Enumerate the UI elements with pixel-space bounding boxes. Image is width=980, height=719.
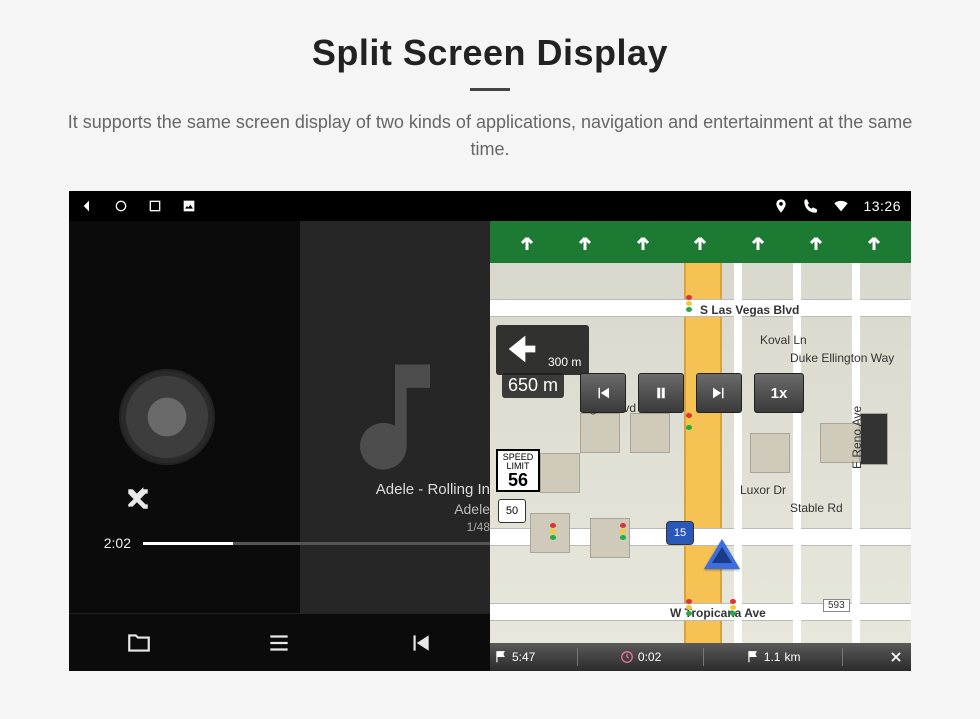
- lane-arrow-icon: [857, 225, 891, 259]
- playlist-button[interactable]: [255, 619, 303, 667]
- folder-button[interactable]: [115, 619, 163, 667]
- road: [793, 263, 801, 643]
- street-label: Luxor Dr: [740, 483, 786, 497]
- speed-limit-label: SPEED LIMIT: [498, 453, 538, 471]
- wifi-icon: [833, 198, 849, 214]
- distance-value: 1.1: [764, 650, 781, 664]
- page-title: Split Screen Display: [312, 32, 668, 74]
- album-art-placeholder: [300, 221, 490, 613]
- turn-panel: 300 m: [496, 325, 589, 375]
- track-title: Adele - Rolling In: [376, 480, 490, 500]
- device-frame: 13:26 Adele - Rolling In Adele 1/48: [69, 191, 911, 671]
- music-note-icon: [325, 347, 465, 487]
- status-left: [79, 198, 197, 214]
- street-label: Koval Ln: [760, 333, 807, 347]
- speed-limit-value: 56: [498, 471, 538, 489]
- building: [750, 433, 790, 473]
- recent-apps-icon[interactable]: [147, 198, 163, 214]
- turn-sub-distance: 300: [548, 355, 568, 369]
- lane-arrow-icon: [510, 225, 544, 259]
- street-label: Duke Ellington Way: [790, 351, 894, 365]
- player-main: Adele - Rolling In Adele 1/48 2:02: [69, 221, 490, 613]
- building: [580, 413, 620, 453]
- title-underline: [470, 88, 510, 91]
- record-disc[interactable]: [119, 369, 215, 465]
- map-next-button[interactable]: [696, 373, 742, 413]
- turn-left-icon: [502, 329, 542, 369]
- traffic-light-icon: [686, 413, 692, 431]
- lane-arrow-icon: [568, 225, 602, 259]
- lane-arrow-icon: [799, 225, 833, 259]
- picture-icon: [181, 198, 197, 214]
- previous-track-button[interactable]: [396, 619, 444, 667]
- back-icon[interactable]: [79, 198, 95, 214]
- street-label: Stable Rd: [790, 501, 843, 515]
- track-position: 1/48: [376, 519, 490, 535]
- traffic-light-icon: [686, 295, 692, 313]
- map-pause-button[interactable]: [638, 373, 684, 413]
- lane-arrow-icon: [626, 225, 660, 259]
- street-label: S Las Vegas Blvd: [700, 303, 799, 317]
- eta-value: 5:47: [512, 650, 535, 664]
- progress-bar[interactable]: [143, 542, 490, 545]
- divider: [842, 648, 843, 666]
- flag-icon: [746, 650, 760, 664]
- nav-bottom-bar: 5:47 0:02 1.1 km: [490, 643, 911, 671]
- nav-close-button[interactable]: [885, 646, 907, 668]
- clock-icon: [620, 650, 634, 664]
- navigation-cursor-icon: [704, 539, 740, 569]
- time-remaining-value: 0:02: [638, 650, 661, 664]
- eta-segment[interactable]: 5:47: [494, 650, 535, 664]
- music-pane: Adele - Rolling In Adele 1/48 2:02: [69, 221, 490, 671]
- player-bottom-bar: [69, 613, 490, 671]
- page-subtitle: It supports the same screen display of t…: [50, 109, 930, 163]
- traffic-light-icon: [620, 523, 626, 541]
- home-icon[interactable]: [113, 198, 129, 214]
- shuffle-button[interactable]: [125, 486, 151, 517]
- track-metadata: Adele - Rolling In Adele 1/48: [376, 480, 490, 535]
- road: [734, 263, 742, 643]
- divider: [703, 648, 704, 666]
- speed-limit-sign: SPEED LIMIT 56: [496, 449, 540, 492]
- status-bar: 13:26: [69, 191, 911, 221]
- turn-sub-unit: m: [571, 355, 581, 369]
- map-canvas[interactable]: S Las Vegas Blvd Koval Ln Duke Ellington…: [490, 263, 911, 643]
- main-road: [684, 263, 722, 643]
- phone-icon: [803, 198, 819, 214]
- divider: [577, 648, 578, 666]
- close-icon: [889, 650, 903, 664]
- time-remaining-segment[interactable]: 0:02: [620, 650, 661, 664]
- progress-row: 2:02: [91, 535, 490, 551]
- traffic-light-icon: [730, 599, 736, 617]
- building: [860, 413, 888, 465]
- lane-arrow-icon: [741, 225, 775, 259]
- building: [630, 413, 670, 453]
- street-label: W Tropicana Ave: [670, 606, 766, 620]
- status-time: 13:26: [863, 198, 901, 214]
- interstate-shield: 15: [666, 521, 694, 545]
- distance-segment[interactable]: 1.1 km: [746, 650, 801, 664]
- elapsed-time: 2:02: [91, 535, 131, 551]
- traffic-light-icon: [550, 523, 556, 541]
- map-speed-button[interactable]: 1x: [754, 373, 804, 413]
- status-right: 13:26: [773, 198, 901, 214]
- navigation-pane: S Las Vegas Blvd Koval Ln Duke Ellington…: [490, 221, 911, 671]
- turn-main-distance: 650 m: [502, 373, 564, 398]
- lane-arrow-icon: [683, 225, 717, 259]
- location-icon: [773, 198, 789, 214]
- traffic-light-icon: [686, 599, 692, 617]
- map-prev-button[interactable]: [580, 373, 626, 413]
- distance-unit: km: [784, 650, 800, 664]
- street-label: E Reno Ave: [850, 406, 864, 469]
- map-marker-label: 593: [823, 599, 850, 612]
- lane-guidance-bar: [490, 221, 911, 263]
- flag-icon: [494, 650, 508, 664]
- building: [540, 453, 580, 493]
- track-artist: Adele: [376, 500, 490, 519]
- route-shield: 50: [498, 499, 526, 523]
- map-control-row: 1x: [580, 373, 804, 413]
